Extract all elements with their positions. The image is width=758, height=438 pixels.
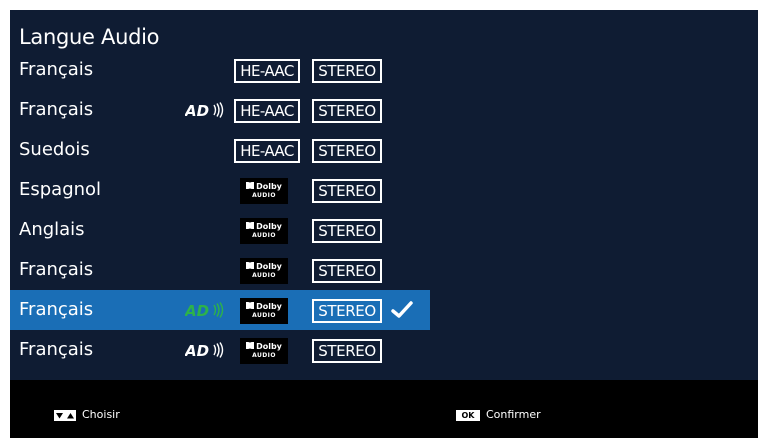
codec-badge: HE-AAC bbox=[234, 99, 300, 123]
svg-text:AD: AD bbox=[185, 102, 209, 118]
footer-bar: Choisir OK Confirmer bbox=[10, 380, 758, 438]
dolby-audio-logo: Dolby AUDIO bbox=[240, 178, 288, 204]
audio-track-row[interactable]: Anglais Dolby AUDIO STEREO bbox=[10, 210, 430, 250]
dolby-logo-line2: AUDIO bbox=[252, 352, 276, 359]
dolby-logo-line1: Dolby bbox=[256, 302, 282, 311]
track-language: Français bbox=[19, 59, 94, 80]
codec-badge: HE-AAC bbox=[234, 59, 300, 83]
channels-badge: STEREO bbox=[312, 259, 382, 283]
track-language: Français bbox=[19, 259, 94, 280]
channels-badge: STEREO bbox=[312, 219, 382, 243]
dolby-logo-line2: AUDIO bbox=[252, 232, 276, 239]
choose-label: Choisir bbox=[82, 408, 120, 421]
channels-badge: STEREO bbox=[312, 299, 382, 323]
channels-badge: STEREO bbox=[312, 59, 382, 83]
audio-track-row[interactable]: Français AD Dolby AUDIO STEREO bbox=[10, 290, 430, 330]
audio-track-row[interactable]: Suedois HE-AAC STEREO bbox=[10, 130, 430, 170]
updown-arrows-icon bbox=[54, 409, 76, 421]
codec-badge: HE-AAC bbox=[234, 139, 300, 163]
dolby-logo-line2: AUDIO bbox=[252, 312, 276, 319]
dolby-audio-logo: Dolby AUDIO bbox=[240, 258, 288, 284]
channels-badge: STEREO bbox=[312, 339, 382, 363]
dolby-logo-line1: Dolby bbox=[256, 262, 282, 271]
channels-badge: STEREO bbox=[312, 179, 382, 203]
track-language: Suedois bbox=[19, 139, 90, 160]
audio-track-row[interactable]: Français AD HE-AAC STEREO bbox=[10, 90, 430, 130]
track-language: Anglais bbox=[19, 219, 85, 240]
dolby-audio-logo: Dolby AUDIO bbox=[240, 298, 288, 324]
dolby-logo-line1: Dolby bbox=[256, 182, 282, 191]
audio-track-row[interactable]: Français Dolby AUDIO STEREO bbox=[10, 250, 430, 290]
audio-track-row[interactable]: Espagnol Dolby AUDIO STEREO bbox=[10, 170, 430, 210]
confirm-hint: OK Confirmer bbox=[456, 408, 541, 422]
dolby-audio-logo: Dolby AUDIO bbox=[240, 338, 288, 364]
dolby-logo-line1: Dolby bbox=[256, 342, 282, 351]
audio-track-list: Français HE-AAC STEREO Français AD HE-AAC STER… bbox=[10, 50, 430, 370]
audio-description-icon: AD bbox=[185, 302, 224, 318]
audio-track-row[interactable]: Français AD Dolby AUDIO STEREO bbox=[10, 330, 430, 370]
audio-description-icon: AD bbox=[185, 342, 224, 358]
dolby-logo-line2: AUDIO bbox=[252, 192, 276, 199]
choose-hint: Choisir bbox=[54, 408, 120, 422]
panel-title: Langue Audio bbox=[19, 25, 160, 49]
checkmark-icon bbox=[391, 301, 413, 318]
audio-track-row[interactable]: Français HE-AAC STEREO bbox=[10, 50, 430, 90]
audio-language-screen: Langue Audio Français HE-AAC STEREO Françai… bbox=[10, 10, 758, 438]
dolby-audio-logo: Dolby AUDIO bbox=[240, 218, 288, 244]
track-language: Français bbox=[19, 339, 94, 360]
svg-text:AD: AD bbox=[185, 342, 209, 358]
ok-key-icon: OK bbox=[456, 409, 480, 421]
svg-text:AD: AD bbox=[185, 302, 209, 318]
track-language: Français bbox=[19, 99, 94, 120]
dolby-logo-line2: AUDIO bbox=[252, 272, 276, 279]
dolby-logo-line1: Dolby bbox=[256, 222, 282, 231]
audio-description-icon: AD bbox=[185, 102, 224, 118]
channels-badge: STEREO bbox=[312, 99, 382, 123]
confirm-label: Confirmer bbox=[486, 408, 541, 421]
channels-badge: STEREO bbox=[312, 139, 382, 163]
track-language: Espagnol bbox=[19, 179, 102, 200]
track-language: Français bbox=[19, 299, 94, 320]
